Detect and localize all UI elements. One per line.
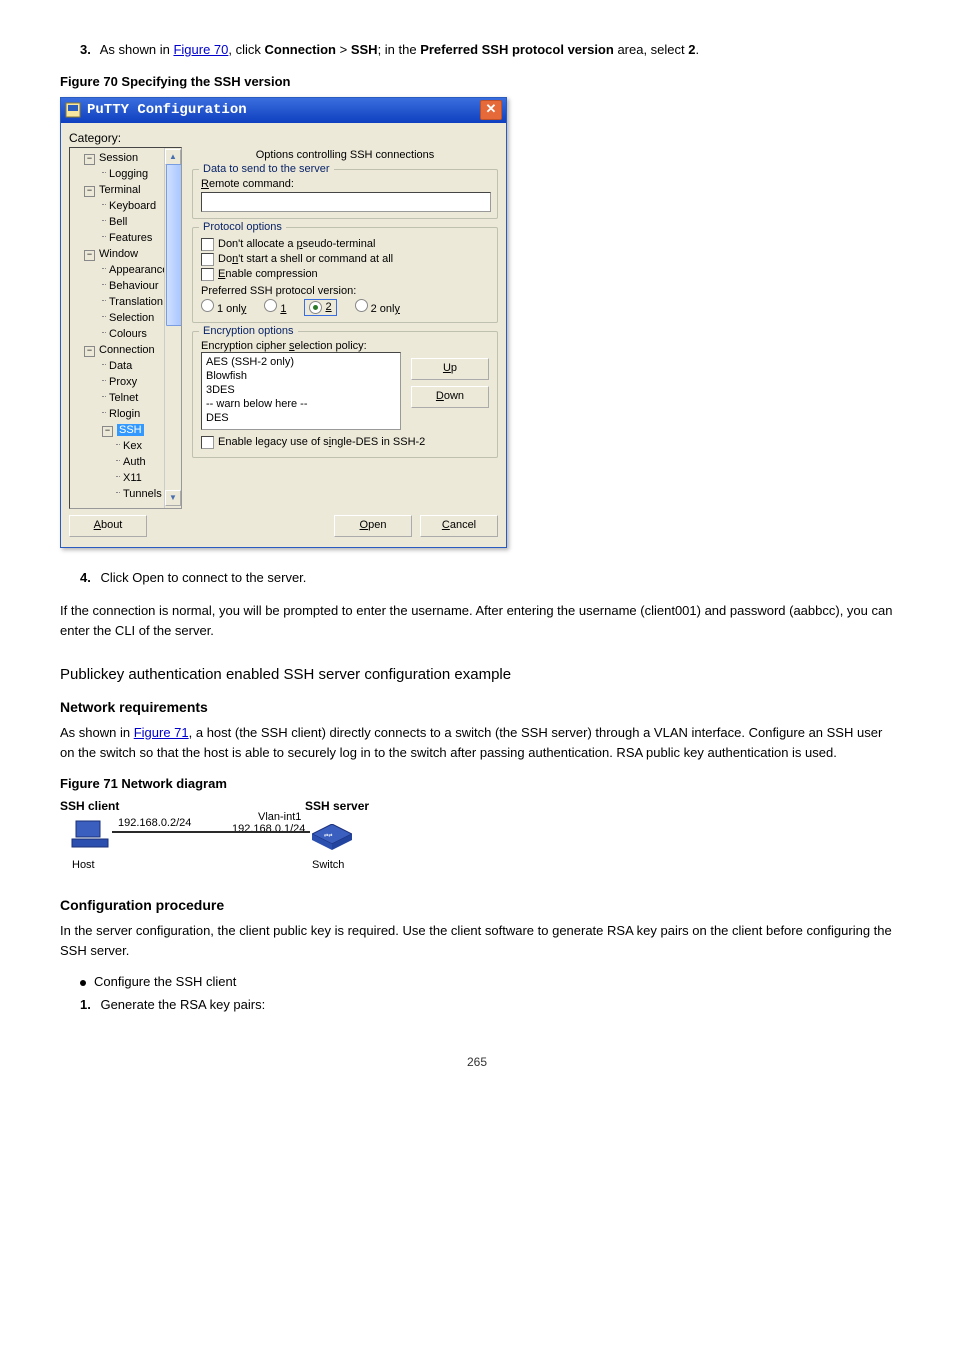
scroll-up-icon[interactable]: ▲ [165,149,181,165]
section-heading: Publickey authentication enabled SSH ser… [60,666,894,683]
figure-70-link[interactable]: Figure 70 [173,42,228,57]
radio-1[interactable]: 1 [264,299,286,315]
ip-server: 192.168.0.1/24 [232,823,305,835]
chk-legacy-des[interactable]: Enable legacy use of single-DES in SSH-2 [201,436,489,449]
radio-1only[interactable]: 1 only [201,299,246,315]
step-1b: 1. Generate the RSA key pairs: [100,995,894,1015]
link-line [112,831,310,833]
enc-policy-label: Encryption cipher selection policy: [201,340,489,352]
ip-client: 192.168.0.2/24 [118,817,191,829]
label-ssh-server: SSH server [305,799,369,813]
category-tree[interactable]: −Session Logging −Terminal Keyboard Bell… [69,147,182,509]
putty-window: PuTTY Configuration ✕ Category: −Session… [60,97,507,548]
net-req-heading: Network requirements [60,699,894,715]
down-button[interactable]: Down [411,386,489,408]
bullet-config-client: Configure the SSH client [80,974,894,989]
panel-title: Options controlling SSH connections [192,149,498,161]
remote-command-label: Remote command: [201,178,489,190]
cipher-warn[interactable]: -- warn below here -- [206,397,396,411]
chk-noshell[interactable]: Don't start a shell or command at all [201,253,489,266]
figure-71-caption: Figure 71 Network diagram [60,776,894,791]
figure-70-caption: Figure 70 Specifying the SSH version [60,74,894,89]
login-note: If the connection is normal, you will be… [60,601,894,640]
step-4: 4. Click Open to connect to the server. [100,568,894,588]
chk-compress[interactable]: Enable compression [201,268,489,281]
encryption-group: Encryption options Encryption cipher sel… [192,331,498,458]
radio-2only[interactable]: 2 only [355,299,400,315]
open-button[interactable]: Open [334,515,412,537]
window-title: PuTTY Configuration [87,102,247,118]
up-button[interactable]: Up [411,358,489,380]
proc-intro: In the server configuration, the client … [60,921,894,960]
label-ssh-client: SSH client [60,799,119,813]
net-req-text: As shown in Figure 71, a host (the SSH c… [60,723,894,762]
scroll-down-icon[interactable]: ▼ [165,490,181,506]
network-diagram: SSH client SSH server 192.168.0.2/24 Vla… [60,799,380,879]
svg-text:⇄⇄: ⇄⇄ [324,833,332,839]
titlebar: PuTTY Configuration ✕ [61,98,506,123]
label-vlan: Vlan-int1 [258,811,301,823]
about-button[interactable]: About [69,515,147,537]
data-group: Data to send to the server Remote comman… [192,169,498,219]
switch-icon: ⇄⇄ [312,824,352,853]
close-button[interactable]: ✕ [480,100,502,120]
remote-command-input[interactable] [201,192,491,212]
proc-heading: Configuration procedure [60,897,894,913]
scroll-thumb[interactable] [166,164,182,326]
cipher-aes[interactable]: AES (SSH-2 only) [206,355,396,369]
cancel-button[interactable]: Cancel [420,515,498,537]
page-number: 265 [60,1055,894,1069]
radio-2[interactable]: 2 [304,299,336,316]
cipher-des[interactable]: DES [206,411,396,425]
cipher-list[interactable]: AES (SSH-2 only) Blowfish 3DES -- warn b… [201,352,401,430]
figure-71-link[interactable]: Figure 71 [134,725,189,740]
category-label: Category: [69,131,498,145]
pref-ver-label: Preferred SSH protocol version: [201,285,489,297]
cipher-3des[interactable]: 3DES [206,383,396,397]
protocol-group: Protocol options Don't allocate a pseudo… [192,227,498,323]
label-switch: Switch [312,859,344,871]
label-host: Host [72,859,95,871]
tree-scrollbar[interactable]: ▲ ▼ [164,148,181,508]
cipher-blowfish[interactable]: Blowfish [206,369,396,383]
pc-icon [70,819,110,856]
putty-icon [65,102,81,118]
bullet-icon [80,980,86,986]
step-3: 3. As shown in Figure 70, click Connecti… [100,40,894,60]
chk-pseudo[interactable]: Don't allocate a pseudo-terminal [201,238,489,251]
